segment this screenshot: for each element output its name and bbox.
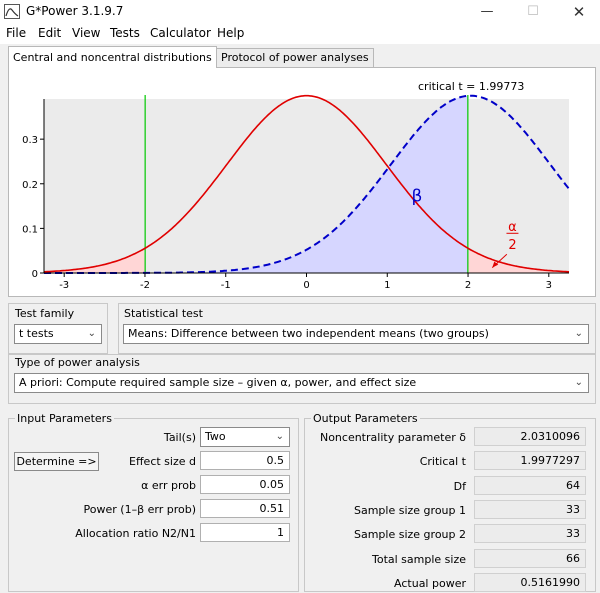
close-icon[interactable]: ✕: [556, 0, 600, 24]
df-label: Df: [453, 480, 466, 493]
sample-size-group2-label: Sample size group 2: [353, 528, 466, 541]
power-label: Power (1–β err prob): [83, 503, 196, 516]
menu-tests[interactable]: Tests: [110, 26, 140, 40]
chevron-down-icon: ⌄: [275, 431, 284, 442]
test-family-label: Test family: [15, 307, 75, 320]
output-parameters-title: Output Parameters: [311, 412, 420, 425]
alpha-err-label: α err prob: [141, 479, 196, 492]
allocation-ratio-label: Allocation ratio N2/N1: [75, 527, 196, 540]
total-sample-size-value: 66: [474, 549, 586, 568]
tab-protocol[interactable]: Protocol of power analyses: [216, 48, 374, 67]
statistical-test-label: Statistical test: [124, 307, 203, 320]
y-tick-label: 0.3: [22, 135, 38, 146]
allocation-ratio-field[interactable]: 1: [200, 523, 290, 542]
tails-value: Two: [205, 430, 226, 443]
tab-distributions[interactable]: Central and noncentral distributions: [8, 46, 217, 68]
determine-button[interactable]: Determine =>: [14, 452, 99, 471]
noncentrality-value: 2.0310096: [474, 427, 586, 446]
distribution-plot-panel: -3 -2 -1 0 1 2 3 0 0.1 0.2 0.3 critical t = 1.997…: [8, 67, 596, 297]
test-family-dropdown[interactable]: t tests ⌄: [14, 324, 102, 344]
window-title: G*Power 3.1.9.7: [26, 4, 124, 18]
effect-size-label: Effect size d: [129, 455, 196, 468]
minimize-icon[interactable]: —: [464, 0, 510, 24]
distribution-plot: -3 -2 -1 0 1 2 3 0 0.1 0.2 0.3 critical t = 1.997…: [22, 80, 570, 291]
test-family-value: t tests: [19, 327, 54, 340]
chevron-down-icon: ⌄: [87, 328, 96, 339]
menu-bar: File Edit View Tests Calculator Help: [0, 24, 600, 44]
x-tick-label: -1: [221, 280, 231, 291]
title-bar: G*Power 3.1.9.7 — ☐ ✕: [0, 0, 600, 24]
y-tick-label: 0.1: [22, 224, 38, 235]
critical-t-annotation: critical t = 1.99773: [418, 80, 524, 93]
tails-label: Tail(s): [163, 431, 196, 444]
power-analysis-dropdown[interactable]: A priori: Compute required sample size –…: [14, 373, 589, 393]
menu-view[interactable]: View: [72, 26, 100, 40]
power-analysis-label: Type of power analysis: [15, 356, 140, 369]
critical-t-label: Critical t: [419, 455, 466, 468]
x-axis-ticks: -3 -2 -1 0 1 2 3: [59, 273, 552, 291]
input-parameters-title: Input Parameters: [15, 412, 114, 425]
actual-power-value: 0.5161990: [474, 573, 586, 592]
x-tick-label: -2: [140, 280, 150, 291]
noncentrality-label: Noncentrality parameter δ: [319, 431, 466, 444]
x-tick-label: 0: [303, 280, 309, 291]
power-analysis-value: A priori: Compute required sample size –…: [19, 376, 417, 389]
actual-power-label: Actual power: [394, 577, 466, 590]
beta-label: β: [412, 187, 423, 207]
chevron-down-icon: ⌄: [574, 328, 583, 339]
y-tick-label: 0: [32, 269, 38, 280]
effect-size-field[interactable]: 0.5: [200, 451, 290, 470]
chevron-down-icon: ⌄: [574, 377, 583, 388]
plot-background: [44, 99, 569, 273]
critical-t-value: 1.9977297: [474, 451, 586, 470]
df-value: 64: [474, 476, 586, 495]
x-tick-label: -3: [59, 280, 69, 291]
sample-size-group1-label: Sample size group 1: [353, 504, 466, 517]
y-axis-ticks: 0 0.1 0.2 0.3: [22, 135, 44, 280]
gpower-app-icon: [4, 4, 20, 19]
menu-edit[interactable]: Edit: [38, 26, 61, 40]
y-tick-label: 0.2: [22, 180, 38, 191]
x-tick-label: 1: [384, 280, 390, 291]
sample-size-group2-value: 33: [474, 524, 586, 543]
statistical-test-dropdown[interactable]: Means: Difference between two independen…: [123, 324, 589, 344]
menu-file[interactable]: File: [6, 26, 26, 40]
alpha-err-field[interactable]: 0.05: [200, 475, 290, 494]
x-tick-label: 2: [465, 280, 471, 291]
power-field[interactable]: 0.51: [200, 499, 290, 518]
tails-dropdown[interactable]: Two ⌄: [200, 427, 290, 447]
alpha-denominator: 2: [508, 238, 516, 253]
x-tick-label: 3: [546, 280, 552, 291]
menu-calculator[interactable]: Calculator: [150, 26, 211, 40]
statistical-test-value: Means: Difference between two independen…: [128, 327, 489, 340]
sample-size-group1-value: 33: [474, 500, 586, 519]
menu-help[interactable]: Help: [217, 26, 244, 40]
maximize-icon[interactable]: ☐: [510, 0, 556, 24]
total-sample-size-label: Total sample size: [371, 553, 466, 566]
